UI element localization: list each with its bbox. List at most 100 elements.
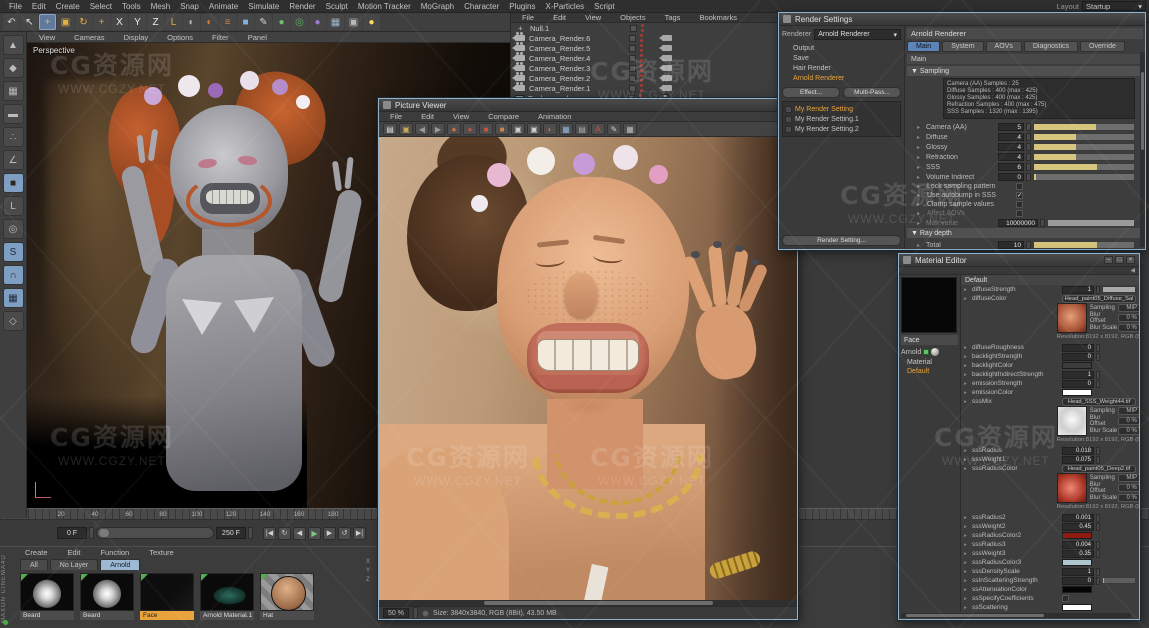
picture-viewer-menu-item[interactable]: View	[448, 112, 474, 121]
preset-state-icon[interactable]	[785, 115, 792, 123]
blur-offset-value[interactable]: 0 %	[1117, 416, 1139, 425]
render-settings-tree-item[interactable]: Hair Render	[782, 63, 901, 73]
color-swatch[interactable]	[1062, 362, 1092, 369]
expand-arrow-icon[interactable]: ▸	[964, 533, 970, 539]
spinner[interactable]	[1096, 379, 1100, 388]
material-menu-item[interactable]: Texture	[144, 548, 179, 557]
expand-arrow-icon[interactable]: ▸	[964, 587, 970, 593]
param-slider[interactable]	[1033, 173, 1135, 181]
object-tag-icon[interactable]	[659, 75, 672, 81]
model-mode-icon[interactable]: ◆	[2, 58, 24, 78]
visibility-dots[interactable]	[640, 63, 644, 73]
expand-arrow-icon[interactable]: ▸	[964, 596, 970, 602]
fields-icon[interactable]: ◎	[291, 14, 308, 30]
param-slider[interactable]	[1033, 153, 1135, 161]
expand-arrow-icon[interactable]: ▸	[964, 578, 970, 584]
material-item[interactable]: Face	[140, 573, 194, 620]
rendered-image[interactable]	[379, 137, 797, 600]
preset-state-icon[interactable]	[785, 125, 792, 133]
param-value-field[interactable]: 0.35	[1062, 549, 1094, 558]
expand-arrow-icon[interactable]: ▸	[964, 381, 970, 387]
spinner[interactable]	[1026, 163, 1031, 171]
light-icon[interactable]: ●	[363, 14, 380, 30]
render-preset-item[interactable]: My Render Setting.2	[785, 124, 898, 134]
spinner[interactable]	[1026, 153, 1031, 161]
param-slider[interactable]	[1033, 123, 1135, 131]
visibility-dots[interactable]	[640, 73, 644, 83]
material-thumbnail[interactable]	[80, 573, 134, 611]
material-preview[interactable]	[901, 277, 957, 333]
render-settings-tab[interactable]: AOVs	[985, 41, 1022, 52]
vertical-scrollbar[interactable]	[1140, 52, 1145, 247]
object-tag-icon[interactable]	[659, 55, 672, 61]
render-settings-tab[interactable]: System	[942, 41, 984, 52]
expand-arrow-icon[interactable]: ▸	[917, 242, 924, 249]
material-thumbnail[interactable]	[20, 573, 74, 611]
spinner[interactable]	[1096, 540, 1100, 549]
enable-toggle[interactable]	[629, 74, 636, 82]
expand-arrow-icon[interactable]: ▸	[917, 134, 924, 141]
mograph-icon[interactable]: ●	[273, 14, 290, 30]
visibility-dots[interactable]	[640, 53, 644, 63]
scale-icon[interactable]: ▣	[57, 14, 74, 30]
render-settings-tab[interactable]: Diagnostics	[1023, 41, 1079, 52]
menu-item[interactable]: Tools	[117, 2, 146, 11]
render-settings-tab[interactable]: Override	[1080, 41, 1125, 52]
compare-ab-icon[interactable]: ◐	[543, 123, 557, 135]
render-icon[interactable]: ●	[463, 123, 477, 135]
blur-offset-value[interactable]: 0 %	[1117, 313, 1139, 322]
checkbox[interactable]	[1016, 183, 1023, 190]
menu-item[interactable]: Mesh	[146, 2, 176, 11]
polygons-mode-icon[interactable]: ■	[2, 173, 24, 193]
checkbox[interactable]	[1062, 595, 1069, 602]
camera-icon[interactable]: ▣	[345, 14, 362, 30]
param-slider[interactable]	[1033, 241, 1135, 249]
channel-tree-item[interactable]: Default	[907, 368, 958, 375]
viewport-filter-icon[interactable]: ◎	[2, 219, 24, 239]
object-manager-menu-item[interactable]: Bookmarks	[694, 13, 742, 22]
menu-item[interactable]: Character	[459, 2, 504, 11]
object-manager-menu-item[interactable]: File	[517, 13, 539, 22]
material-item[interactable]: Hat	[260, 573, 314, 620]
expand-arrow-icon[interactable]: ▸	[964, 345, 970, 351]
param-slider[interactable]	[1033, 163, 1135, 171]
enable-toggle[interactable]	[629, 64, 636, 72]
grid-icon[interactable]: ▦	[623, 123, 637, 135]
picture-viewer-menu-item[interactable]: Edit	[416, 112, 439, 121]
param-value-field[interactable]: 1	[1062, 285, 1094, 294]
expand-arrow-icon[interactable]: ▸	[964, 560, 970, 566]
live-selection-icon[interactable]: ↖	[21, 14, 38, 30]
expand-arrow-icon[interactable]: ▸	[917, 164, 924, 171]
scrollbar-thumb[interactable]	[905, 614, 1044, 617]
menu-item[interactable]: Snap	[175, 2, 204, 11]
render-settings-tree-item[interactable]: Arnold Renderer	[782, 73, 901, 83]
render-settings-tree-item[interactable]: Save	[782, 53, 901, 63]
expand-arrow-icon[interactable]: ▸	[917, 192, 924, 199]
goto-start-button[interactable]: |◀	[263, 526, 276, 540]
param-value-field[interactable]: 6	[998, 163, 1024, 171]
viewport-menu-item[interactable]: View	[34, 33, 60, 42]
texture-mode-icon[interactable]: ▦	[2, 81, 24, 101]
sampling-value[interactable]: MIP	[1117, 406, 1139, 415]
texture-thumbnail[interactable]	[1056, 303, 1087, 333]
nodes-icon[interactable]: ▦	[327, 14, 344, 30]
menu-item[interactable]: Script	[589, 2, 619, 11]
menu-item[interactable]: Plugins	[504, 2, 540, 11]
menu-item[interactable]: Animate	[204, 2, 243, 11]
param-value-field[interactable]: 0	[998, 173, 1024, 181]
cycle-button[interactable]: ↺	[338, 526, 351, 540]
texture-button[interactable]: Head_paint05_Deep2.tif	[1062, 464, 1136, 473]
param-value-field[interactable]: 10	[998, 241, 1024, 249]
expand-arrow-icon[interactable]: ▸	[917, 144, 924, 151]
goto-end-button[interactable]: ▶|	[353, 526, 366, 540]
enable-toggle[interactable]	[629, 44, 636, 52]
expand-arrow-icon[interactable]: ▸	[917, 124, 924, 131]
menu-item[interactable]: Edit	[27, 2, 51, 11]
object-manager-menu-item[interactable]: Tags	[660, 13, 686, 22]
param-value-field[interactable]: 0	[1062, 576, 1094, 585]
expand-arrow-icon[interactable]: ▸	[964, 296, 970, 302]
history-back-icon[interactable]: ◀	[415, 123, 429, 135]
picture-viewer-menu-item[interactable]: Compare	[483, 112, 524, 121]
viewport-menu-item[interactable]: Cameras	[69, 33, 109, 42]
frame-end-field[interactable]: 250 F	[216, 527, 246, 539]
